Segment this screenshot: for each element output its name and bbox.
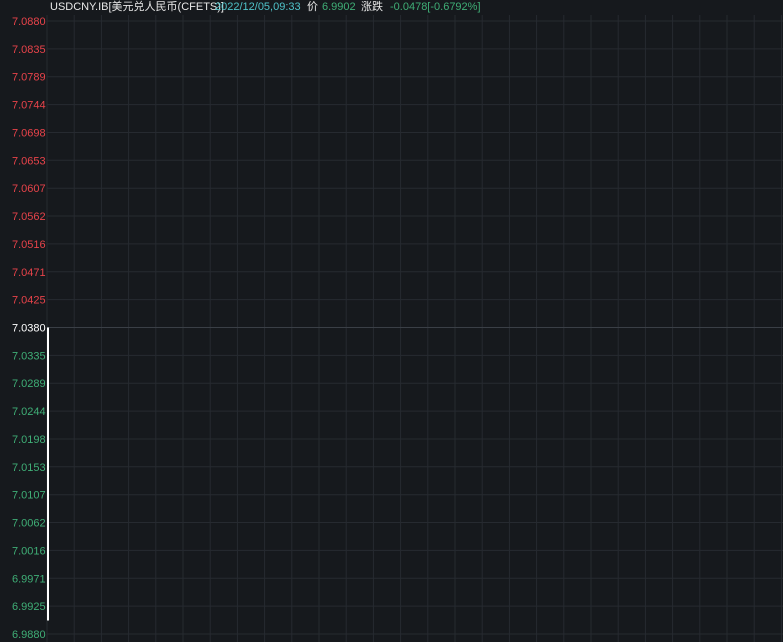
y-tick-label: 7.0107 — [12, 490, 46, 502]
y-tick-label: 7.0289 — [12, 378, 46, 390]
y-tick-label: 7.0335 — [12, 350, 46, 362]
y-tick-label: 7.0698 — [12, 128, 46, 140]
y-tick-label: 7.0016 — [12, 545, 46, 557]
y-tick-label: 7.0653 — [12, 155, 46, 167]
y-tick-label: 7.0198 — [12, 434, 46, 446]
y-tick-label: 6.9971 — [12, 573, 46, 585]
y-tick-label: 7.0880 — [12, 16, 46, 28]
y-tick-label: 7.0562 — [12, 211, 46, 223]
y-tick-label: 7.0516 — [12, 239, 46, 251]
y-tick-label: 7.0425 — [12, 295, 46, 307]
y-tick-label: 7.0471 — [12, 267, 46, 279]
y-tick-label: 6.9880 — [12, 629, 46, 641]
y-tick-label: 7.0153 — [12, 462, 46, 474]
y-tick-label: 7.0607 — [12, 183, 46, 195]
y-tick-label: 7.0244 — [12, 406, 46, 418]
intraday-chart[interactable]: 7.0880 7.0835 7.0789 7.0744 7.0698 7.0653 7.06… — [0, 0, 783, 642]
y-tick-label: 7.0744 — [12, 100, 46, 112]
y-tick-label: 7.0380 — [12, 323, 46, 335]
y-tick-label: 7.0789 — [12, 72, 46, 84]
y-tick-label: 7.0062 — [12, 518, 46, 530]
y-tick-label: 6.9925 — [12, 601, 46, 613]
y-tick-label: 7.0835 — [12, 44, 46, 56]
